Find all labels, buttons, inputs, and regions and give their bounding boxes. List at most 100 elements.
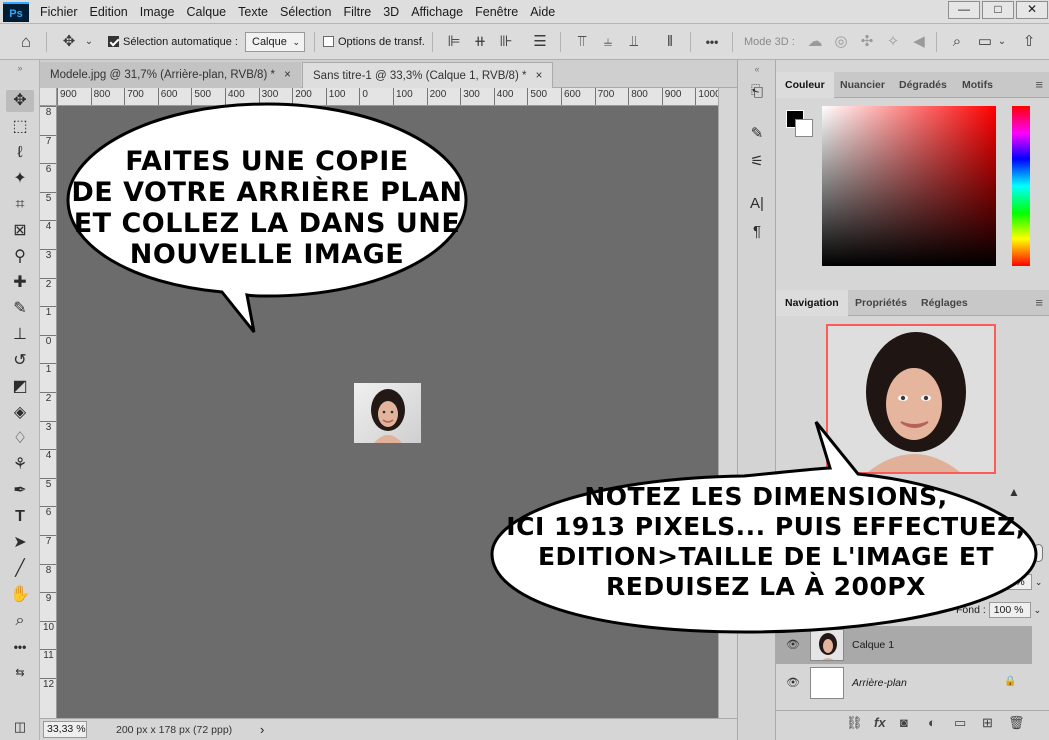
transform-options[interactable]: Options de transf. (323, 24, 425, 60)
history-brush-tool-icon[interactable]: ↺ (6, 350, 34, 372)
ruler-corner[interactable] (40, 88, 57, 106)
link-layers-icon[interactable]: ⛓ (846, 715, 863, 731)
tab-sans-titre[interactable]: Sans titre-1 @ 33,3% (Calque 1, RVB/8) *… (302, 62, 554, 88)
auto-select-target-select[interactable]: Calque ⌄ (245, 32, 305, 52)
marquee-tool-icon[interactable]: ⬚ (6, 116, 34, 138)
camera-3d-icon[interactable]: ◀ (908, 32, 930, 52)
menu-texte[interactable]: Texte (232, 0, 274, 24)
hue-slider[interactable] (1012, 106, 1030, 266)
fx-icon[interactable]: fx (874, 715, 886, 730)
maximize-button[interactable]: □ (982, 1, 1014, 19)
history-icon[interactable]: ⎗ (744, 80, 770, 104)
vertical-ruler[interactable]: 8 7 6 5 4 3 2 1 0 1 2 3 4 5 6 7 8 9 10 11 12 (40, 106, 57, 718)
tab-couleur[interactable]: Couleur (776, 72, 834, 98)
eraser-tool-icon[interactable]: ◩ (6, 376, 34, 398)
slide-3d-icon[interactable]: ✧ (882, 32, 904, 52)
bucket-tool-icon[interactable]: ◈ (6, 402, 34, 424)
menu-edition[interactable]: Edition (84, 0, 134, 24)
tab-motifs[interactable]: Motifs (953, 72, 1002, 98)
align-top-icon[interactable]: ⫪ (572, 32, 592, 52)
brush-tool-icon[interactable]: ✎ (6, 298, 34, 320)
align-right-icon[interactable]: ⊪ (496, 32, 516, 52)
crop-tool-icon[interactable]: ⌗ (6, 194, 34, 216)
roll-3d-icon[interactable]: ◎ (830, 32, 852, 52)
swap-colors-icon[interactable]: ⇆ (6, 662, 34, 684)
home-icon[interactable]: ⌂ (14, 32, 38, 52)
paragraph-icon[interactable]: ¶ (744, 220, 770, 244)
close-window-button[interactable]: ✕ (1016, 1, 1048, 19)
align-left-icon[interactable]: ⊫ (444, 32, 464, 52)
new-layer-icon[interactable]: ⊞ (982, 715, 993, 731)
align-center-icon[interactable]: ⧺ (470, 32, 490, 52)
add-mask-icon[interactable]: ◙ (900, 715, 908, 730)
menu-3d[interactable]: 3D (377, 0, 405, 24)
healing-brush-tool-icon[interactable]: ✚ (6, 272, 34, 294)
stamp-tool-icon[interactable]: ⊥ (6, 324, 34, 346)
auto-select-checkbox[interactable] (108, 35, 119, 47)
tab-nuancier[interactable]: Nuancier (831, 72, 894, 98)
line-tool-icon[interactable]: ╱ (6, 558, 34, 580)
distribute-icon[interactable]: ☰ (530, 32, 550, 52)
move-tool-icon[interactable]: ✥ (56, 32, 82, 52)
menu-selection[interactable]: Sélection (274, 0, 337, 24)
minimize-button[interactable]: — (948, 1, 980, 19)
tab-navigation[interactable]: Navigation (776, 290, 848, 316)
menu-aide[interactable]: Aide (524, 0, 561, 24)
search-icon[interactable]: ⌕ (946, 32, 968, 52)
more-options-icon[interactable]: ••• (700, 32, 724, 52)
background-color-swatch[interactable] (795, 119, 813, 137)
adjustment-layer-icon[interactable]: ◐ (928, 715, 936, 730)
menu-calque[interactable]: Calque (181, 0, 233, 24)
character-icon[interactable]: A| (744, 192, 770, 216)
zoom-tool-icon[interactable]: ⌕ (6, 610, 34, 632)
tab-reglages[interactable]: Réglages (912, 290, 977, 316)
hand-tool-icon[interactable]: ✋ (6, 584, 34, 606)
zoom-level-field[interactable]: 33,33 % (43, 721, 87, 738)
panel-menu-icon[interactable]: ≡ (1035, 78, 1043, 91)
share-icon[interactable]: ⇧ (1018, 32, 1040, 52)
panel-menu-icon[interactable]: ≡ (1035, 296, 1043, 309)
auto-select-option[interactable]: Sélection automatique : (108, 24, 238, 60)
layer-row-arriere-plan[interactable]: 👁 Arrière-plan 🔒 (776, 664, 1032, 702)
grip-icon[interactable]: » (6, 64, 34, 73)
move-tool-icon[interactable]: ✥ (6, 90, 34, 112)
frame-tool-icon[interactable]: ⊠ (6, 220, 34, 242)
layer-photo-thumbnail[interactable] (354, 383, 421, 443)
close-tab-icon[interactable]: × (536, 70, 543, 82)
transform-checkbox[interactable] (323, 35, 334, 47)
dodge-tool-icon[interactable]: ⚘ (6, 454, 34, 476)
new-group-icon[interactable]: ▭ (954, 715, 966, 731)
workspace-icon[interactable]: ▭ (974, 32, 996, 52)
distribute-vertical-icon[interactable]: ‖ (660, 32, 680, 52)
color-picker-field[interactable] (822, 106, 996, 266)
chevron-down-icon[interactable]: ⌄ (996, 32, 1008, 52)
blur-tool-icon[interactable]: ♢ (6, 428, 34, 450)
pan-3d-icon[interactable]: ✣ (856, 32, 878, 52)
menu-fenetre[interactable]: Fenêtre (469, 0, 524, 24)
menu-filtre[interactable]: Filtre (337, 0, 377, 24)
collapse-icon[interactable]: « (744, 64, 770, 74)
menu-image[interactable]: Image (134, 0, 181, 24)
eyedropper-tool-icon[interactable]: ⚲ (6, 246, 34, 268)
layer-name[interactable]: Arrière-plan (852, 664, 907, 702)
chevron-down-icon[interactable]: ⌄ (82, 32, 96, 52)
brush-presets-icon[interactable]: ⚟ (744, 150, 770, 174)
path-selection-tool-icon[interactable]: ➤ (6, 532, 34, 554)
close-tab-icon[interactable]: × (284, 69, 291, 81)
align-middle-icon[interactable]: ⫨ (598, 32, 618, 52)
eye-icon[interactable]: 👁 (786, 638, 800, 651)
text-tool-icon[interactable]: T (6, 506, 34, 528)
brush-settings-icon[interactable]: ✎ (744, 122, 770, 146)
orbit-3d-icon[interactable]: ☁ (804, 32, 826, 52)
more-tools-icon[interactable]: ••• (6, 636, 34, 658)
trash-icon[interactable]: 🗑 (1008, 715, 1025, 731)
lock-icon[interactable]: 🔒 (1004, 676, 1016, 687)
status-menu-arrow-icon[interactable]: › (260, 719, 264, 740)
lasso-tool-icon[interactable]: ℓ (6, 142, 34, 164)
pen-tool-icon[interactable]: ✒ (6, 480, 34, 502)
tab-degrades[interactable]: Dégradés (890, 72, 956, 98)
quick-mask-icon[interactable]: ◫ (6, 716, 34, 738)
tab-proprietes[interactable]: Propriétés (846, 290, 916, 316)
menu-affichage[interactable]: Affichage (405, 0, 469, 24)
menu-fichier[interactable]: Fichier (34, 0, 84, 24)
